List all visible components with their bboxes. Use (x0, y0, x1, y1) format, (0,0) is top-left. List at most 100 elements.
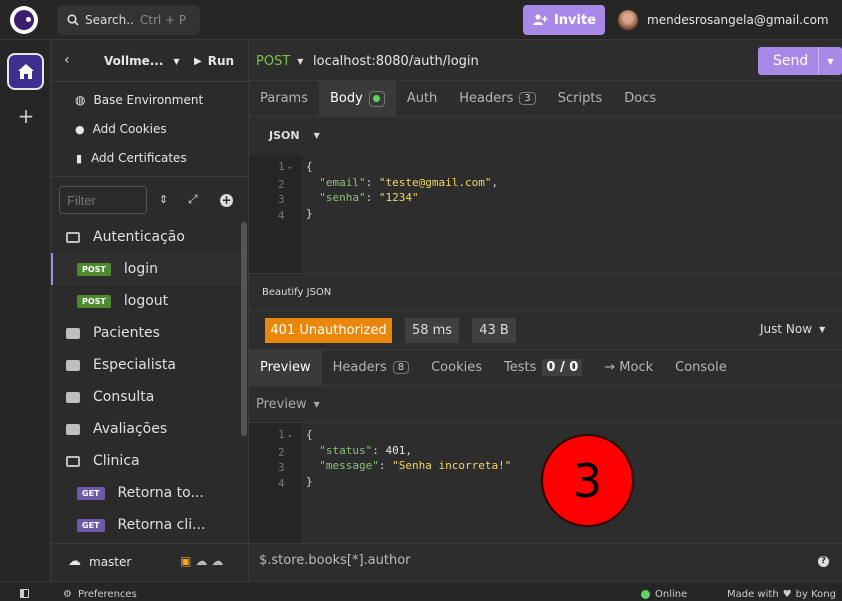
tab-preview[interactable]: Preview (249, 350, 322, 385)
send-button[interactable]: Send ▼ (758, 47, 842, 75)
sidebar-item-label: Base Environment (93, 93, 204, 107)
made-with-label: Made with ♥ by Kong (727, 589, 836, 600)
search-button[interactable]: Search.. Ctrl + P (57, 5, 200, 35)
tree-item-label: login (123, 261, 158, 277)
sync-icons[interactable]: ▣ ☁ ☁ (180, 554, 223, 568)
search-label: Search.. (85, 13, 134, 27)
folder-avaliacoes[interactable]: Avaliações (51, 413, 241, 445)
response-filter-input[interactable]: $.store.books[*].author (259, 553, 411, 568)
tab-label: Tests (504, 360, 537, 375)
tree-item-label: Especialista (93, 357, 176, 373)
folder-consulta[interactable]: Consulta (51, 381, 241, 413)
online-dot-icon (641, 590, 650, 599)
sidebar-item-label: Add Certificates (91, 151, 187, 165)
add-circle-icon[interactable]: + (220, 194, 233, 207)
preview-mode-label: Preview (256, 397, 307, 412)
branch-name: master (89, 554, 132, 569)
request-body-editor[interactable]: { "email": "teste@gmail.com", "senha": "… (306, 159, 498, 221)
send-label: Send (773, 53, 809, 69)
tab-params[interactable]: Params (249, 81, 319, 116)
method-selector[interactable]: POST ▼ (256, 54, 303, 69)
tab-cookies[interactable]: Cookies (420, 350, 493, 385)
tab-body[interactable]: Body (318, 81, 396, 116)
sidebar-item-base-environment[interactable]: ◍ Base Environment (51, 92, 241, 108)
request-retorna-clinica[interactable]: GET Retorna cli... (51, 509, 241, 541)
tab-scripts[interactable]: Scripts (547, 81, 613, 116)
count-badge: 3 (519, 92, 536, 105)
package-icon: ▣ (180, 554, 192, 568)
method-badge: GET (77, 518, 105, 532)
tree-item-label: Clinica (93, 453, 140, 469)
request-line-numbers: 1 ▾ 2 3 4 (278, 160, 292, 222)
back-chevron-icon[interactable]: ‹ (64, 52, 70, 68)
response-tabs: Preview Headers 8 Cookies Tests 0 / 0 → Mo… (249, 349, 842, 386)
method-label: POST (256, 54, 291, 69)
filter-input[interactable] (59, 186, 147, 214)
request-login[interactable]: POST login (51, 253, 241, 285)
tab-auth[interactable]: Auth (396, 81, 448, 116)
invite-button[interactable]: Invite (523, 5, 605, 35)
request-retorna-todos[interactable]: GET Retorna to... (51, 477, 241, 509)
toggle-sidebar-icon[interactable] (20, 589, 29, 598)
divider (249, 543, 842, 544)
app-logo-icon[interactable] (10, 6, 38, 34)
preview-mode-selector[interactable]: Preview ▼ (256, 397, 320, 412)
invite-label: Invite (553, 12, 597, 28)
sidebar-scrollbar[interactable] (241, 222, 247, 436)
cloud-upload-icon: ☁ (211, 554, 224, 568)
run-button[interactable]: ▶ Run (194, 54, 234, 68)
editor-gutter (249, 423, 302, 543)
git-branch[interactable]: ☁ master (68, 554, 131, 569)
response-body-viewer[interactable]: { "status": 401, "message": "Senha incor… (306, 427, 511, 489)
tab-console[interactable]: Console (664, 350, 738, 385)
divider (249, 422, 842, 423)
home-button[interactable] (7, 53, 44, 90)
globe-icon: ◍ (75, 93, 86, 107)
step-annotation-badge: 3 (541, 434, 634, 527)
home-icon (17, 64, 34, 79)
avatar (618, 10, 638, 30)
response-history-dropdown[interactable]: Just Now ▼ (760, 322, 825, 336)
sidebar-item-add-cookies[interactable]: ● Add Cookies (51, 121, 241, 137)
divider (249, 310, 842, 311)
tab-response-headers[interactable]: Headers 8 (322, 350, 420, 385)
folder-clinica[interactable]: Clinica (51, 445, 241, 477)
gear-icon: ⚙ (63, 589, 72, 600)
sidebar-item-add-certificates[interactable]: ▮ Add Certificates (51, 150, 241, 166)
tab-label: Params (260, 91, 308, 106)
tab-mock[interactable]: → Mock (593, 350, 664, 385)
url-input[interactable]: localhost:8080/auth/login (313, 54, 479, 69)
response-time-label: Just Now (760, 322, 813, 336)
chevron-down-icon: ▼ (297, 57, 304, 66)
expand-icon[interactable]: ⤢ (188, 192, 198, 207)
beautify-button[interactable]: Beautify JSON (262, 287, 331, 298)
tab-headers[interactable]: Headers 3 (448, 81, 546, 116)
tab-label: Auth (406, 91, 438, 106)
preferences-label: Preferences (77, 589, 137, 600)
body-type-selector[interactable]: JSON ▼ (269, 129, 320, 142)
folder-especialista[interactable]: Especialista (51, 349, 241, 381)
project-selector[interactable]: Vollme... ▼ (104, 54, 180, 68)
folder-pacientes[interactable]: Pacientes (51, 317, 241, 349)
folder-autenticacao[interactable]: Autenticação (51, 221, 241, 253)
tab-docs[interactable]: Docs (613, 81, 667, 116)
run-label: Run (207, 54, 235, 68)
sort-icon[interactable]: ⇕ (159, 193, 168, 206)
request-logout[interactable]: POST logout (51, 285, 241, 317)
chevron-down-icon: ▼ (313, 131, 320, 140)
editor-gutter (249, 155, 302, 273)
tree-item-label: logout (123, 293, 169, 309)
heart-icon: ♥ (782, 589, 792, 600)
tab-tests[interactable]: Tests 0 / 0 (493, 350, 593, 385)
method-badge: POST (77, 262, 111, 276)
online-label: Online (655, 589, 688, 600)
folder-icon (66, 359, 80, 371)
tab-label: Console (675, 360, 727, 375)
help-icon[interactable]: ? (818, 556, 829, 567)
cloud-icon: ☁ (68, 554, 81, 569)
account-email: mendesrosangela@gmail.com (647, 13, 829, 27)
preferences-button[interactable]: ⚙ Preferences (63, 589, 137, 600)
send-options-chevron-icon[interactable]: ▼ (818, 47, 842, 75)
account-menu[interactable]: mendesrosangela@gmail.com ▼ (618, 5, 842, 35)
add-project-button[interactable]: + (14, 104, 38, 128)
